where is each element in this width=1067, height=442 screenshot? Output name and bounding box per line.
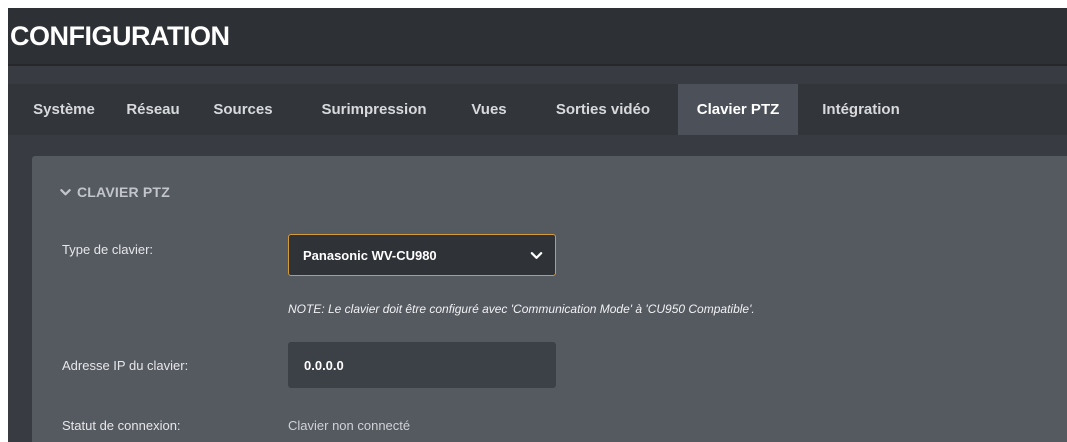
tab-reseau[interactable]: Réseau: [118, 84, 188, 135]
chevron-down-icon: [530, 252, 543, 259]
connection-status-value: Clavier non connecté: [288, 418, 411, 433]
app-window: CONFIGURATION Système Réseau Sources Sur…: [8, 8, 1067, 442]
tab-sorties-video[interactable]: Sorties vidéo: [528, 84, 678, 135]
ip-address-input[interactable]: 0.0.0.0: [288, 342, 556, 388]
page-header: CONFIGURATION: [8, 8, 1067, 66]
section-title: CLAVIER PTZ: [77, 184, 170, 200]
connection-status-label: Statut de connexion:: [62, 418, 181, 433]
clavier-ptz-panel: CLAVIER PTZ Type de clavier: Panasonic W…: [32, 156, 1067, 442]
tab-systeme[interactable]: Système: [8, 84, 118, 135]
tab-integration[interactable]: Intégration: [798, 84, 924, 135]
tab-sources[interactable]: Sources: [188, 84, 298, 135]
keyboard-type-label: Type de clavier:: [62, 242, 154, 257]
keyboard-note: NOTE: Le clavier doit être configuré ave…: [288, 302, 755, 316]
ip-address-label: Adresse IP du clavier:: [62, 358, 189, 373]
keyboard-type-value: Panasonic WV-CU980: [303, 247, 437, 263]
keyboard-type-select[interactable]: Panasonic WV-CU980: [288, 234, 556, 276]
tab-bar: Système Réseau Sources Surimpression Vue…: [8, 84, 1067, 135]
tab-vues[interactable]: Vues: [450, 84, 528, 135]
chevron-down-icon: [60, 188, 71, 195]
page-title: CONFIGURATION: [10, 20, 230, 51]
section-header[interactable]: CLAVIER PTZ: [60, 184, 170, 200]
tab-surimpression[interactable]: Surimpression: [298, 84, 450, 135]
tab-clavier-ptz[interactable]: Clavier PTZ: [678, 84, 798, 135]
